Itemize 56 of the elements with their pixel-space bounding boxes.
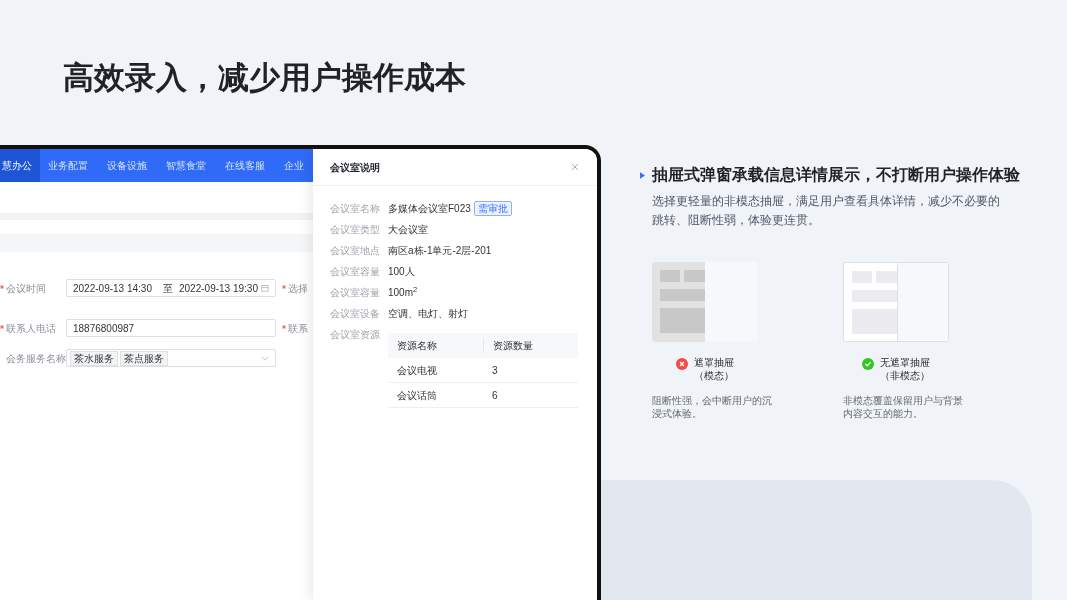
option-description: 阻断性强，会中断用户的沉浸式体验。: [652, 394, 772, 420]
field-label: 会议室设备: [330, 307, 381, 321]
close-icon[interactable]: [571, 163, 579, 171]
field-label: 会议室容量: [330, 265, 381, 279]
field-label: 会议室名称: [330, 202, 381, 216]
calendar-icon: [261, 284, 269, 292]
field-label: 联系人电话: [6, 321, 56, 336]
field-label: 会务服务名称: [6, 351, 66, 366]
field-label: 会议室类型: [330, 223, 381, 237]
table-cell-text: 会议电视: [396, 363, 438, 378]
headline: 高效录入，减少用户操作成本: [63, 59, 466, 97]
nav-tab[interactable]: 业务配置: [40, 149, 96, 182]
nav-tab[interactable]: 企业: [276, 149, 312, 182]
field-label: 选择: [288, 281, 308, 296]
selected-tag: 茶水服务: [70, 350, 118, 366]
field-value: 空调、电灯、射灯: [388, 307, 468, 321]
chevron-down-icon: [261, 355, 269, 361]
start-date: 2022-09-13 14:30: [73, 281, 153, 296]
field-label: 会议室资源: [330, 328, 381, 342]
nav-tab[interactable]: 智慧食堂: [158, 149, 214, 182]
bullet-triangle-icon: [640, 171, 645, 179]
option-title: 无遮罩抽屉: [880, 356, 930, 369]
drawer-title: 会议室说明: [330, 160, 380, 175]
input-field[interactable]: 18876800987: [66, 319, 276, 337]
nav-tab[interactable]: 设备设施: [99, 149, 155, 182]
option-subtitle: （模态）: [694, 369, 734, 382]
option-description: 非模态覆盖保留用户与背景内容交互的能力。: [843, 394, 963, 420]
option-title: 遮罩抽屉: [694, 356, 734, 369]
table-cell-text: 3: [491, 363, 499, 378]
select-field[interactable]: 茶水服务 茶点服务: [66, 349, 276, 367]
field-value: 南区a栋-1单元-2层-201: [388, 244, 492, 258]
field-label: 会议室容量: [330, 286, 381, 300]
column-header: 资源名称: [396, 339, 438, 353]
field-value: 100人: [388, 265, 415, 279]
feature-description: 选择更轻量的非模态抽屉，满足用户查看具体详情，减少不必要的跳转、阻断性弱，体验更连贯。: [652, 193, 1001, 229]
selected-tag: 茶点服务: [120, 350, 168, 366]
nav-tab[interactable]: 慧办公: [0, 149, 40, 182]
field-value: 100m$^{2}$: [388, 285, 418, 300]
nav-tab[interactable]: 在线客服: [217, 149, 273, 182]
table-cell-text: 会议话筒: [396, 388, 438, 403]
feature-title: 抽屉式弹窗承载信息详情展示，不打断用户操作体验: [652, 165, 1020, 185]
column-header: 资源数量: [483, 338, 578, 353]
field-value: 多媒体会议室F023: [388, 202, 471, 216]
approval-badge: 需审批: [473, 201, 512, 216]
range-separator: 至: [163, 281, 173, 296]
table-cell-text: 6: [491, 388, 499, 403]
field-label: 会议室地点: [330, 244, 381, 258]
check-icon: [862, 358, 874, 370]
field-value: 18876800987: [73, 321, 135, 336]
option-subtitle: （非模态）: [880, 369, 930, 382]
date-range-field[interactable]: 2022-09-13 14:30 至 2022-09-13 19:30: [66, 279, 276, 297]
error-icon: [676, 358, 688, 370]
end-date: 2022-09-13 19:30: [179, 281, 259, 296]
field-label: 联系: [288, 321, 308, 336]
field-value: 大会议室: [388, 223, 428, 237]
field-label: 会议时间: [6, 281, 46, 296]
